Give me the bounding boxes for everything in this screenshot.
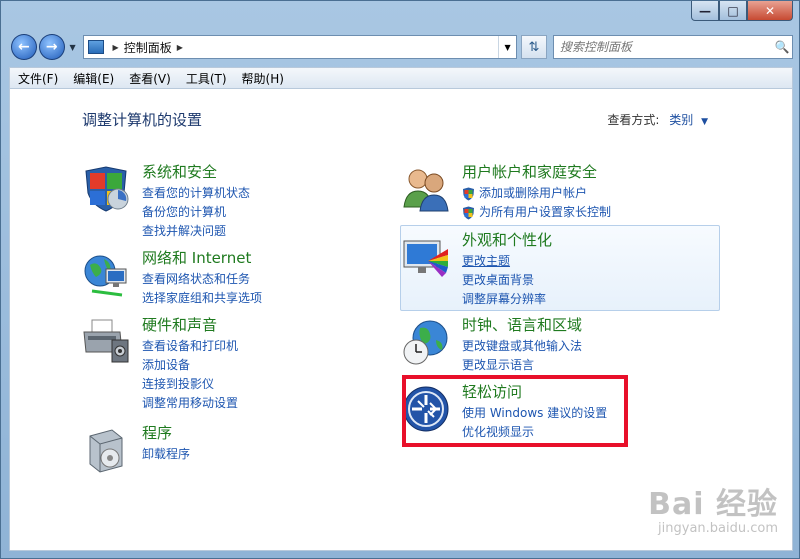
breadcrumb-control-panel[interactable]: 控制面板 — [124, 39, 172, 56]
link-parental-controls[interactable]: 为所有用户设置家长控制 — [462, 203, 611, 222]
search-input[interactable] — [559, 40, 773, 54]
category-title[interactable]: 网络和 Internet — [142, 247, 251, 268]
link-label[interactable]: 添加或删除用户帐户 — [479, 184, 587, 203]
view-by-control[interactable]: 查看方式: 类别 ▼ — [607, 111, 708, 128]
caption-buttons: — □ ✕ — [691, 1, 793, 21]
system-security-shield-icon[interactable] — [82, 165, 130, 213]
link-backup-computer[interactable]: 备份您的计算机 — [142, 203, 250, 222]
search-icon[interactable]: 🔍 — [772, 40, 792, 54]
category-title[interactable]: 程序 — [142, 422, 172, 443]
chevron-down-icon[interactable]: ▼ — [701, 117, 708, 127]
view-by-value[interactable]: 类别 — [669, 113, 693, 127]
category-title[interactable]: 系统和安全 — [142, 161, 217, 182]
view-by-label: 查看方式: — [607, 113, 660, 127]
users-icon[interactable] — [402, 165, 450, 213]
category-title[interactable]: 时钟、语言和区域 — [462, 314, 582, 335]
refresh-button[interactable]: ⇅ — [521, 35, 547, 59]
control-panel-window: — □ ✕ ← → ▼ ▶ 控制面板 ▶ ▼ ⇅ 🔍 文件(F) 编辑(E) 查… — [0, 0, 800, 559]
recent-pages-chevron-icon[interactable]: ▼ — [67, 43, 79, 52]
menu-view[interactable]: 查看(V) — [129, 70, 171, 87]
link-screen-resolution[interactable]: 调整屏幕分辨率 — [462, 290, 546, 309]
menu-file[interactable]: 文件(F) — [18, 70, 58, 87]
baidu-watermark: Bai 经验 jingyan.baidu.com — [648, 479, 778, 536]
link-add-remove-accounts[interactable]: 添加或删除用户帐户 — [462, 184, 611, 203]
menu-edit[interactable]: 编辑(E) — [73, 70, 114, 87]
highlight-annotation-box — [402, 375, 628, 447]
link-view-computer-status[interactable]: 查看您的计算机状态 — [142, 184, 250, 203]
link-change-keyboard[interactable]: 更改键盘或其他输入法 — [462, 337, 582, 356]
link-display-language[interactable]: 更改显示语言 — [462, 356, 582, 375]
category-title[interactable]: 外观和个性化 — [462, 229, 552, 250]
page-title: 调整计算机的设置 — [82, 111, 203, 129]
navigation-bar: ← → ▼ ▶ 控制面板 ▶ ▼ ⇅ 🔍 — [9, 31, 794, 63]
link-mobility-settings[interactable]: 调整常用移动设置 — [142, 394, 238, 413]
forward-arrow-icon[interactable]: → — [38, 34, 65, 60]
back-arrow-icon[interactable]: ← — [11, 34, 37, 60]
breadcrumb-separator-icon[interactable]: ▶ — [177, 43, 183, 52]
link-view-network-status[interactable]: 查看网络状态和任务 — [142, 270, 262, 289]
category-title[interactable]: 硬件和声音 — [142, 314, 217, 335]
appearance-monitor-icon[interactable] — [402, 233, 450, 281]
watermark-main: Bai 经验 — [648, 487, 778, 522]
link-desktop-background[interactable]: 更改桌面背景 — [462, 271, 546, 290]
network-globe-icon[interactable] — [82, 251, 130, 299]
address-bar[interactable]: ▶ 控制面板 ▶ ▼ — [82, 35, 518, 59]
category-title[interactable]: 用户帐户和家庭安全 — [462, 161, 597, 182]
close-button[interactable]: ✕ — [747, 1, 793, 21]
menu-bar: 文件(F) 编辑(E) 查看(V) 工具(T) 帮助(H) — [9, 67, 793, 89]
menu-help[interactable]: 帮助(H) — [242, 70, 284, 87]
link-devices-printers[interactable]: 查看设备和打印机 — [142, 337, 238, 356]
address-dropdown-chevron-icon[interactable]: ▼ — [498, 36, 516, 58]
menu-tools[interactable]: 工具(T) — [186, 70, 227, 87]
printer-icon[interactable] — [82, 318, 130, 366]
uac-shield-icon — [463, 206, 474, 219]
uac-shield-icon — [463, 187, 474, 200]
link-troubleshoot[interactable]: 查找并解决问题 — [142, 222, 250, 241]
maximize-button[interactable]: □ — [719, 1, 747, 21]
minimize-button[interactable]: — — [691, 1, 719, 21]
link-add-device[interactable]: 添加设备 — [142, 356, 238, 375]
link-uninstall-program[interactable]: 卸载程序 — [142, 445, 190, 464]
link-connect-projector[interactable]: 连接到投影仪 — [142, 375, 238, 394]
clock-globe-icon[interactable] — [402, 318, 450, 366]
programs-box-icon[interactable] — [82, 426, 130, 474]
link-change-theme[interactable]: 更改主题 — [462, 252, 546, 271]
link-label[interactable]: 为所有用户设置家长控制 — [479, 203, 611, 222]
breadcrumb-separator-icon[interactable]: ▶ — [113, 43, 119, 52]
watermark-url: jingyan.baidu.com — [658, 521, 778, 536]
link-homegroup-sharing[interactable]: 选择家庭组和共享选项 — [142, 289, 262, 308]
search-box[interactable]: 🔍 — [552, 35, 794, 59]
control-panel-icon — [87, 40, 104, 54]
content-pane: 调整计算机的设置 查看方式: 类别 ▼ 系统和安全 查看您的计算机状态 备份您的… — [9, 89, 793, 551]
